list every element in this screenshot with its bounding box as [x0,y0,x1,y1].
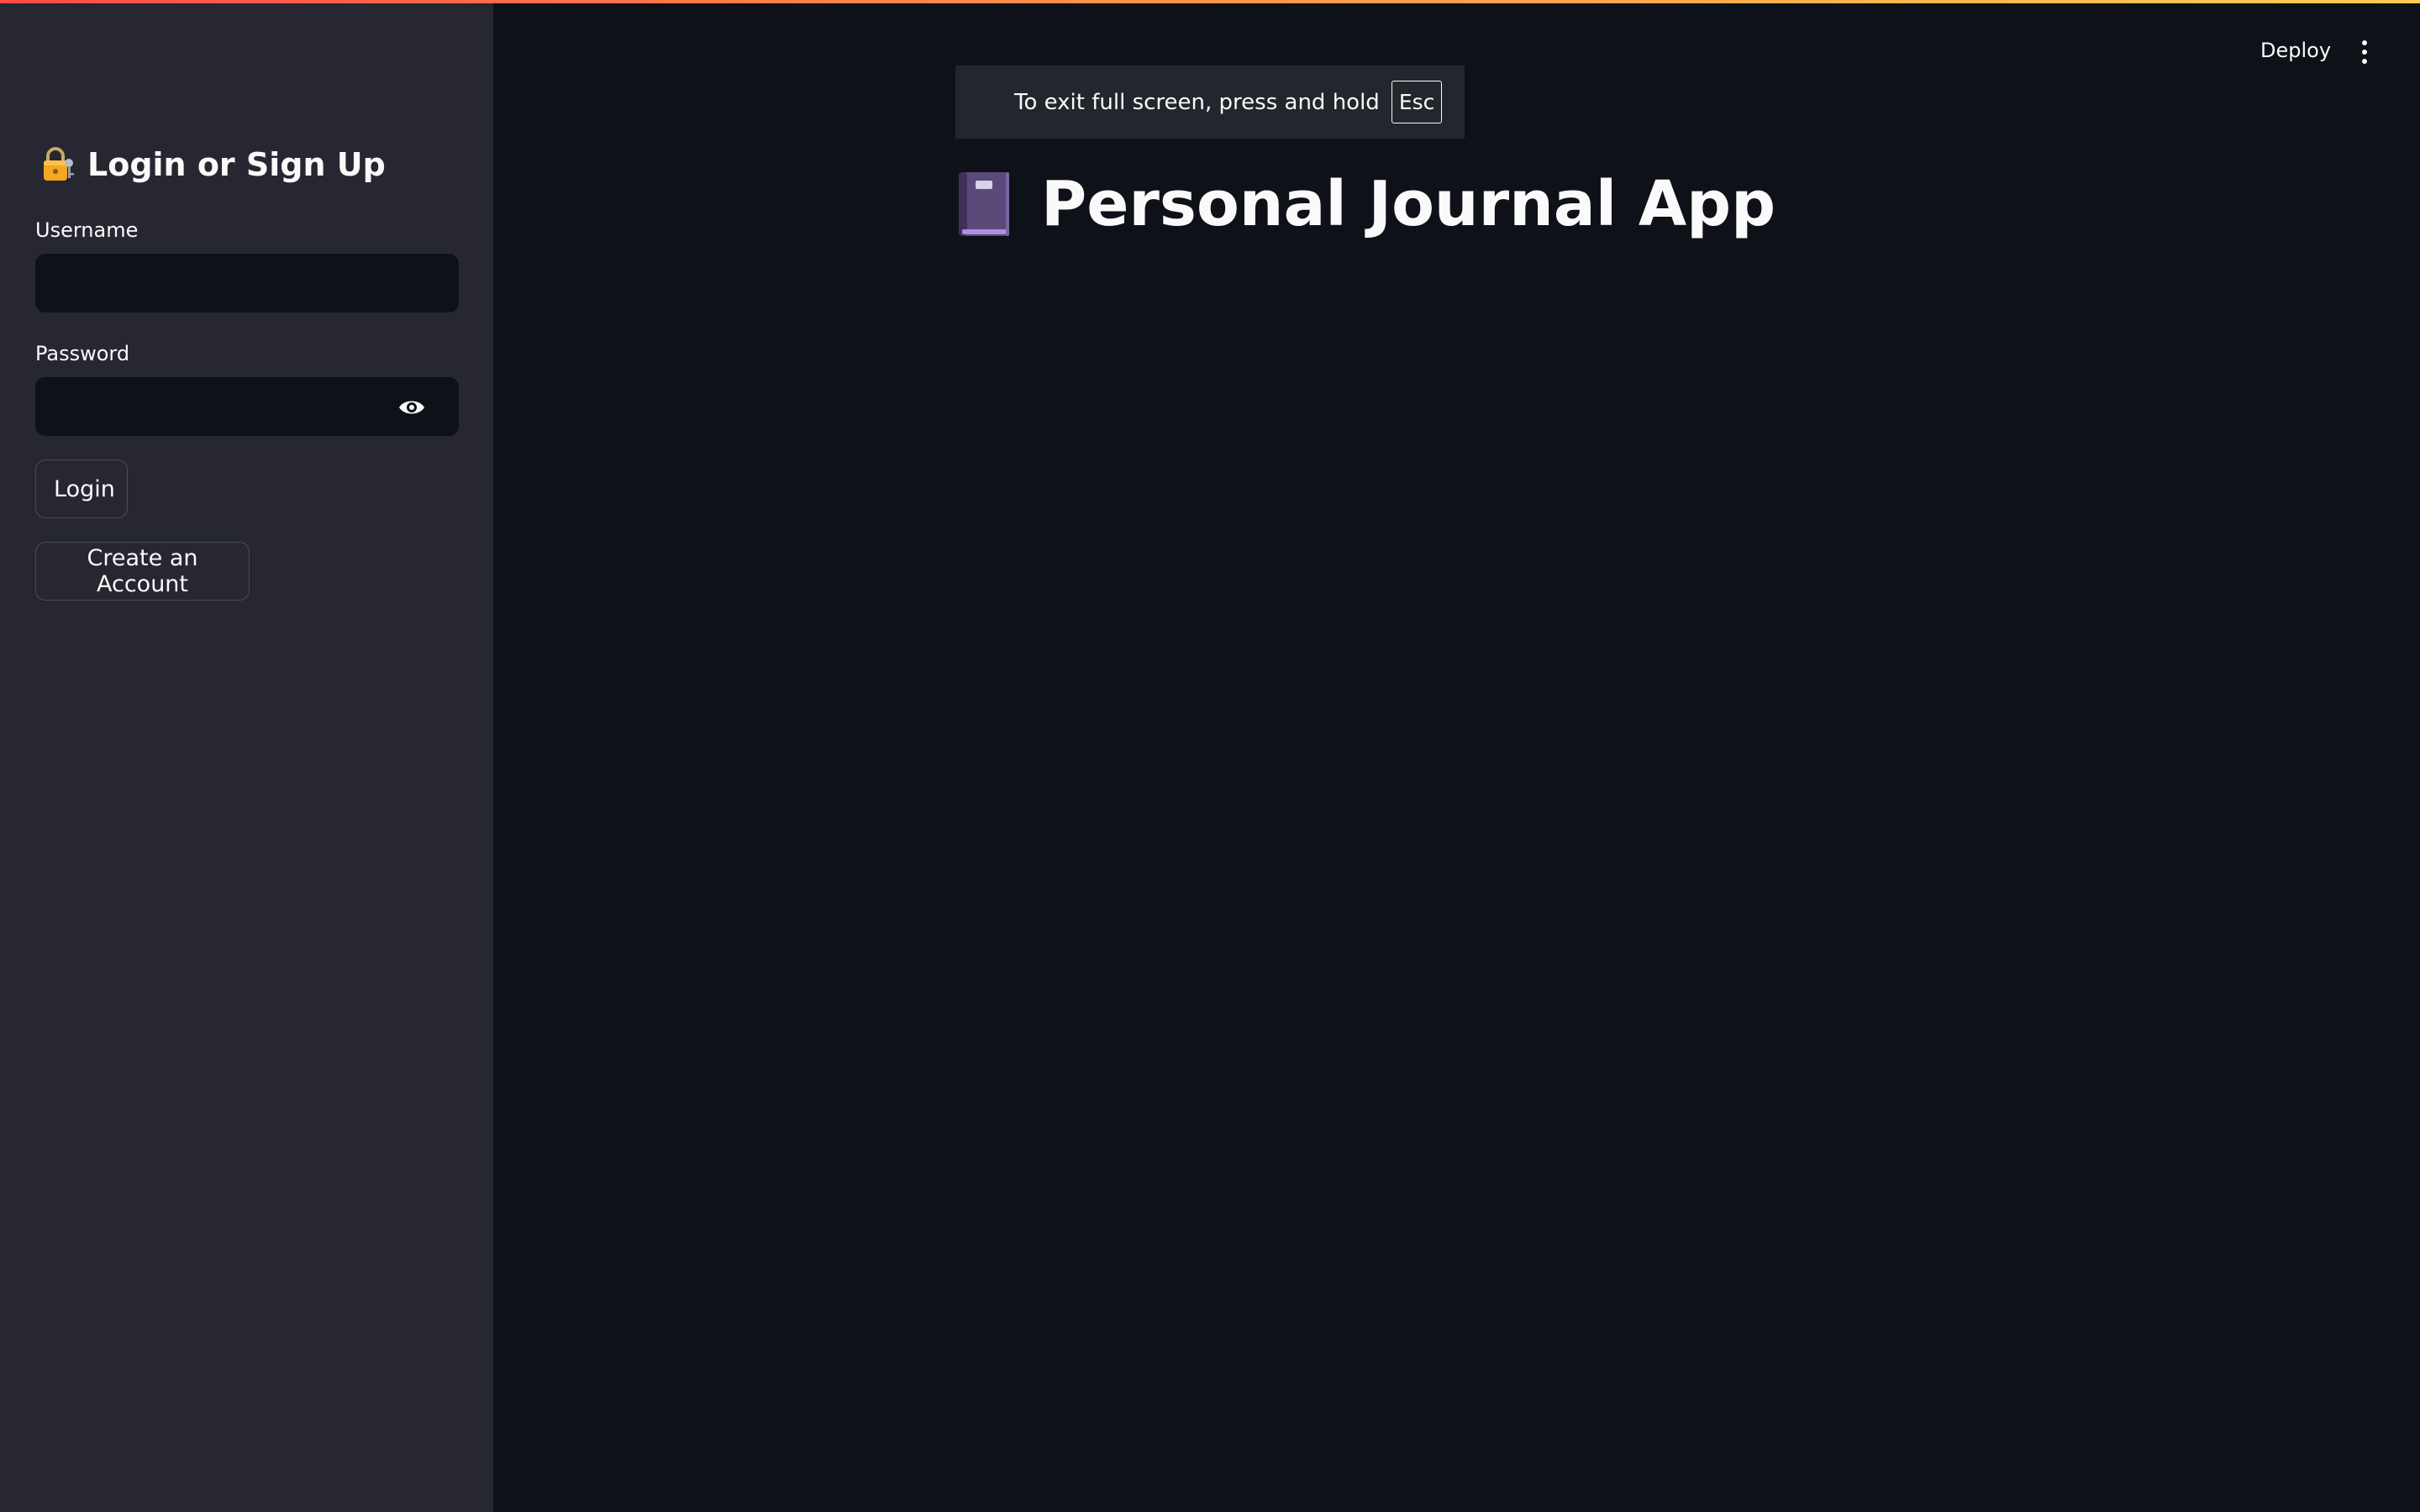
username-field-container [35,254,459,312]
kebab-menu-icon[interactable] [2353,40,2376,67]
purple-notebook-icon [959,172,1009,236]
page-title: Personal Journal App [955,168,1776,240]
password-field-container [35,377,459,436]
esc-key-badge: Esc [1391,81,1443,123]
kebab-dot [2362,40,2367,45]
sidebar: Login or Sign Up Username Password Login… [0,0,493,1512]
top-decoration-stripe [0,0,2420,3]
username-label: Username [35,218,139,242]
page-title-text: Personal Journal App [1041,168,1776,240]
sidebar-title-text: Login or Sign Up [87,146,386,183]
show-password-eye-icon[interactable] [397,396,426,419]
login-button[interactable]: Login [35,459,128,518]
lock-with-key-icon [44,147,74,181]
kebab-dot [2362,50,2367,55]
deploy-button[interactable]: Deploy [2260,39,2331,62]
sidebar-title: Login or Sign Up [39,146,386,183]
password-input[interactable] [36,378,389,435]
fullscreen-exit-notice: To exit full screen, press and hold Esc [955,66,1465,139]
kebab-dot [2362,59,2367,64]
app-root: Login or Sign Up Username Password Login… [0,0,2420,1512]
fullscreen-notice-text: To exit full screen, press and hold [1014,89,1380,115]
create-account-button[interactable]: Create an Account [35,542,250,601]
password-label: Password [35,342,130,365]
username-input[interactable] [36,255,458,312]
